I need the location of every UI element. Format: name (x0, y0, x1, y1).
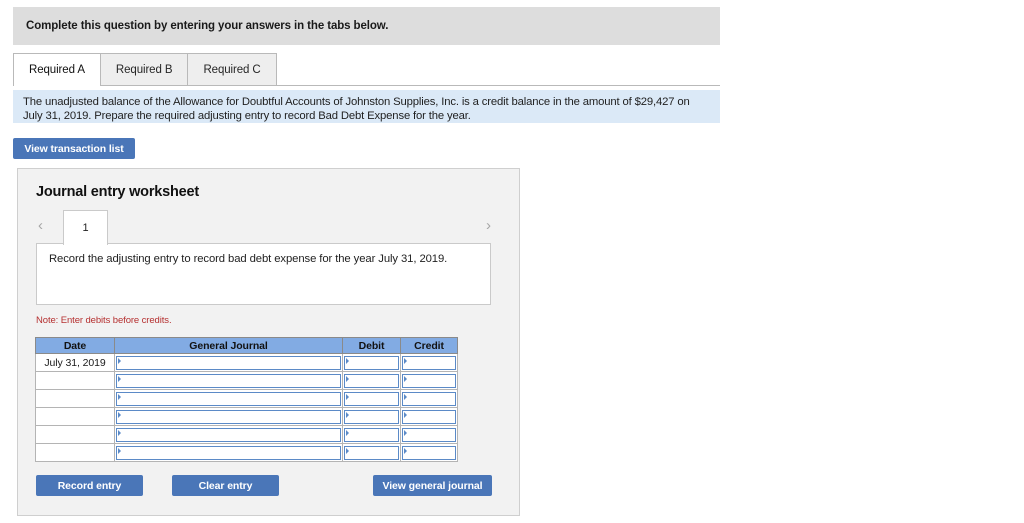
cell-credit-5[interactable] (400, 425, 458, 444)
question-text: The unadjusted balance of the Allowance … (23, 96, 690, 123)
table-row (35, 371, 458, 390)
tab-required-c[interactable]: Required C (187, 53, 277, 85)
cell-credit-6[interactable] (400, 443, 458, 462)
cell-journal-6[interactable] (114, 443, 343, 462)
question-page: Complete this question by entering your … (0, 0, 1024, 523)
cell-debit-4[interactable] (342, 407, 401, 426)
journal-input-5[interactable] (116, 427, 341, 442)
cell-date-5 (35, 425, 115, 444)
tab-required-b-label: Required B (115, 63, 173, 76)
table-row (35, 407, 458, 426)
tab-required-b[interactable]: Required B (99, 53, 189, 85)
worksheet-description-box: Record the adjusting entry to record bad… (36, 243, 491, 305)
cell-journal-3[interactable] (114, 389, 343, 408)
cell-credit-4[interactable] (400, 407, 458, 426)
cell-debit-3[interactable] (342, 389, 401, 408)
debit-input-6[interactable] (344, 445, 399, 460)
question-panel: The unadjusted balance of the Allowance … (13, 90, 720, 123)
journal-entry-worksheet-panel: Journal entry worksheet ‹ 1 › Record the… (17, 168, 520, 516)
instruction-text: Complete this question by entering your … (26, 20, 389, 32)
journal-input-1[interactable] (116, 355, 341, 370)
cell-journal-5[interactable] (114, 425, 343, 444)
column-header-debit: Debit (342, 337, 401, 354)
table-row (35, 443, 458, 462)
debits-before-credits-note: Note: Enter debits before credits. (36, 315, 172, 326)
table-row (35, 425, 458, 444)
journal-input-4[interactable] (116, 409, 341, 424)
journal-table-body: July 31, 2019 (35, 353, 458, 462)
credit-input-1[interactable] (402, 355, 456, 370)
chevron-left-icon[interactable]: ‹ (38, 218, 43, 234)
cell-credit-2[interactable] (400, 371, 458, 390)
debit-input-5[interactable] (344, 427, 399, 442)
journal-table-header: Date General Journal Debit Credit (35, 337, 458, 354)
debit-input-1[interactable] (344, 355, 399, 370)
credit-input-6[interactable] (402, 445, 456, 460)
cell-date-4 (35, 407, 115, 426)
tab-required-c-label: Required C (203, 63, 261, 76)
column-header-date: Date (35, 337, 115, 354)
view-transaction-list-button[interactable]: View transaction list (13, 138, 135, 159)
clear-entry-button[interactable]: Clear entry (172, 475, 279, 496)
cell-debit-1[interactable] (342, 353, 401, 372)
worksheet-title: Journal entry worksheet (36, 184, 200, 200)
journal-table-header-row: Date General Journal Debit Credit (35, 337, 458, 354)
worksheet-page-tab-1[interactable]: 1 (63, 210, 108, 245)
journal-entry-table: Date General Journal Debit Credit July 3… (35, 337, 458, 462)
column-header-credit: Credit (400, 337, 458, 354)
cell-journal-2[interactable] (114, 371, 343, 390)
cell-date-2 (35, 371, 115, 390)
worksheet-pager: ‹ 1 › (18, 210, 521, 245)
debit-input-2[interactable] (344, 373, 399, 388)
cell-date-6 (35, 443, 115, 462)
table-row (35, 389, 458, 408)
cell-debit-6[interactable] (342, 443, 401, 462)
journal-input-6[interactable] (116, 445, 341, 460)
required-tab-strip: Required A Required B Required C (13, 53, 720, 86)
journal-input-3[interactable] (116, 391, 341, 406)
cell-journal-4[interactable] (114, 407, 343, 426)
cell-debit-2[interactable] (342, 371, 401, 390)
instruction-banner: Complete this question by entering your … (13, 7, 720, 45)
journal-input-2[interactable] (116, 373, 341, 388)
table-row: July 31, 2019 (35, 353, 458, 372)
cell-credit-3[interactable] (400, 389, 458, 408)
cell-date-1: July 31, 2019 (35, 353, 115, 372)
credit-input-5[interactable] (402, 427, 456, 442)
credit-input-4[interactable] (402, 409, 456, 424)
worksheet-page-tab-1-label: 1 (82, 222, 89, 234)
debit-input-3[interactable] (344, 391, 399, 406)
cell-debit-5[interactable] (342, 425, 401, 444)
debit-input-4[interactable] (344, 409, 399, 424)
cell-date-3 (35, 389, 115, 408)
view-general-journal-button[interactable]: View general journal (373, 475, 492, 496)
tab-required-a[interactable]: Required A (13, 53, 101, 86)
credit-input-3[interactable] (402, 391, 456, 406)
tab-required-a-label: Required A (29, 63, 85, 76)
record-entry-button[interactable]: Record entry (36, 475, 143, 496)
column-header-general-journal: General Journal (114, 337, 343, 354)
cell-journal-1[interactable] (114, 353, 343, 372)
worksheet-description-text: Record the adjusting entry to record bad… (49, 253, 448, 265)
credit-input-2[interactable] (402, 373, 456, 388)
cell-credit-1[interactable] (400, 353, 458, 372)
chevron-right-icon[interactable]: › (486, 218, 491, 234)
